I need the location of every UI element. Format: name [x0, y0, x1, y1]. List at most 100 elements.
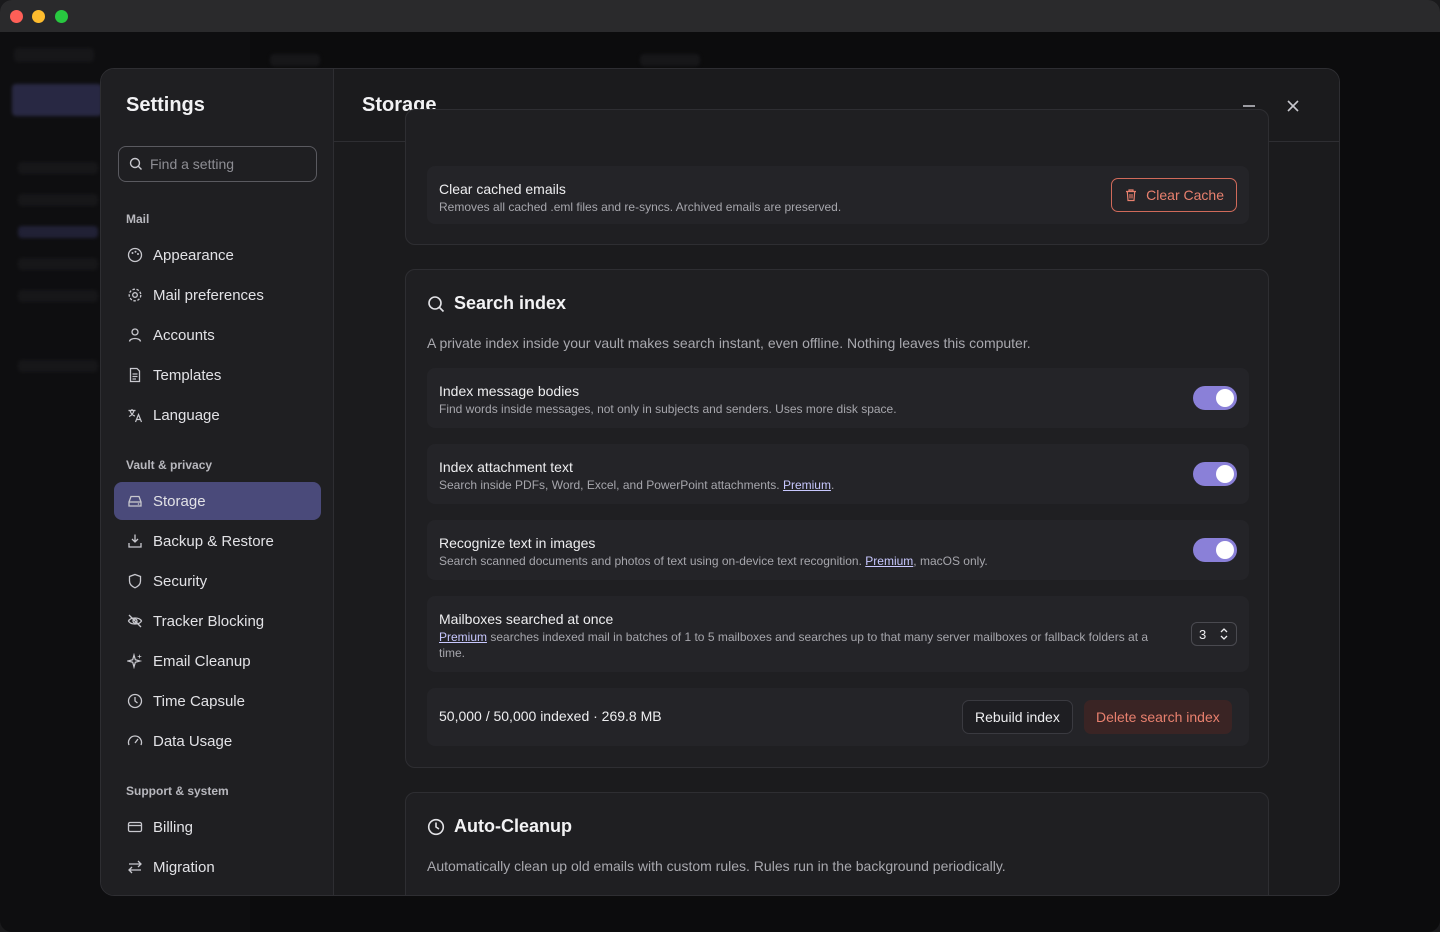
auto-cleanup-desc: Automatically clean up old emails with c…	[427, 858, 1006, 874]
ocr-title: Recognize text in images	[439, 535, 596, 551]
sidebar-item-mail-preferences[interactable]: Mail preferences	[114, 276, 321, 314]
sidebar-item-label: Templates	[153, 366, 222, 384]
index-attachments-row: Index attachment text Search inside PDFs…	[427, 444, 1249, 504]
sidebar-item-label: Language	[153, 406, 220, 424]
index-bodies-desc: Find words inside messages, not only in …	[439, 402, 897, 416]
cache-card: Clear cached emails Removes all cached .…	[405, 109, 1269, 245]
search-placeholder: Find a setting	[150, 156, 235, 172]
mailboxes-value: 3	[1199, 626, 1207, 642]
gauge-icon	[126, 732, 144, 750]
sidebar-item-label: Time Capsule	[153, 692, 245, 710]
premium-link[interactable]: Premium	[865, 554, 913, 568]
sidebar-item-label: Mail preferences	[153, 286, 264, 304]
ocr-row: Recognize text in images Search scanned …	[427, 520, 1249, 580]
sidebar-item-label: Appearance	[153, 246, 234, 264]
translate-icon	[126, 406, 144, 424]
settings-modal: Settings Find a setting Mail Appearance …	[100, 68, 1340, 896]
search-index-card: Search index A private index inside your…	[405, 269, 1269, 768]
auto-cleanup-heading: Auto-Cleanup	[427, 816, 572, 837]
sidebar-item-label: Storage	[153, 492, 206, 510]
sidebar-item-label: Migration	[153, 858, 215, 876]
mailboxes-desc: Premium searches indexed mail in batches…	[439, 629, 1169, 661]
sidebar-item-data-usage[interactable]: Data Usage	[114, 722, 321, 760]
sidebar-item-label: Accounts	[153, 326, 215, 344]
sidebar-item-label: Email Cleanup	[153, 652, 251, 670]
trash-icon	[1126, 189, 1137, 202]
close-button[interactable]	[1281, 94, 1305, 118]
index-bodies-row: Index message bodies Find words inside m…	[427, 368, 1249, 428]
sidebar-item-billing[interactable]: Billing	[114, 808, 321, 846]
clear-cache-desc: Removes all cached .eml files and re-syn…	[439, 200, 842, 214]
download-tray-icon	[126, 532, 144, 550]
credit-card-icon	[126, 818, 144, 836]
sidebar-item-migration[interactable]: Migration	[114, 848, 321, 886]
sidebar-item-templates[interactable]: Templates	[114, 356, 321, 394]
user-icon	[126, 326, 144, 344]
ocr-toggle[interactable]	[1193, 538, 1237, 562]
index-attachments-desc: Search inside PDFs, Word, Excel, and Pow…	[439, 478, 835, 492]
settings-content: Storage Clear cached emails Removes all …	[334, 69, 1339, 895]
sidebar-item-email-cleanup[interactable]: Email Cleanup	[114, 642, 321, 680]
app-window: Settings Find a setting Mail Appearance …	[0, 0, 1440, 932]
chevron-up-down-icon	[1220, 628, 1228, 640]
hard-drive-icon	[126, 492, 144, 510]
settings-search-input[interactable]: Find a setting	[118, 146, 317, 182]
search-index-title: Search index	[454, 293, 567, 313]
mailboxes-stepper[interactable]: 3	[1191, 622, 1237, 646]
sidebar-item-label: Billing	[153, 818, 194, 836]
sidebar-item-appearance[interactable]: Appearance	[114, 236, 321, 274]
gear-icon	[126, 286, 144, 304]
search-index-heading: Search index	[427, 293, 566, 314]
close-window-button[interactable]	[10, 10, 23, 23]
clear-cache-label: Clear Cache	[1146, 187, 1224, 203]
mailboxes-desc-text: searches indexed mail in batches of 1 to…	[439, 630, 1149, 660]
sidebar-item-label: Security	[153, 572, 208, 590]
sidebar-item-time-capsule[interactable]: Time Capsule	[114, 682, 321, 720]
shield-icon	[126, 572, 144, 590]
settings-title: Settings	[126, 94, 205, 116]
sidebar-item-language[interactable]: Language	[114, 396, 321, 434]
delete-search-index-button[interactable]: Delete search index	[1084, 700, 1232, 734]
toggle-knob	[1216, 465, 1234, 483]
sidebar-item-security[interactable]: Security	[114, 562, 321, 600]
premium-link[interactable]: Premium	[783, 478, 831, 492]
document-icon	[126, 366, 144, 384]
sidebar-item-tracker-blocking[interactable]: Tracker Blocking	[114, 602, 321, 640]
clock-icon	[126, 692, 144, 710]
group-label-support: Support & system	[126, 784, 229, 798]
index-bodies-title: Index message bodies	[439, 383, 580, 399]
search-icon	[427, 295, 445, 313]
title-bar	[0, 0, 1440, 32]
ocr-desc: Search scanned documents and photos of t…	[439, 553, 988, 569]
mailboxes-row: Mailboxes searched at once Premium searc…	[427, 596, 1249, 672]
ocr-desc-text: Search scanned documents and photos of t…	[439, 554, 862, 568]
auto-cleanup-card: Auto-Cleanup Automatically clean up old …	[405, 792, 1269, 895]
eye-off-icon	[126, 612, 144, 630]
clock-icon	[427, 818, 445, 836]
index-attachments-desc-text: Search inside PDFs, Word, Excel, and Pow…	[439, 478, 780, 492]
index-status: 50,000 / 50,000 indexed · 269.8 MB	[439, 708, 662, 724]
sidebar-item-storage[interactable]: Storage	[114, 482, 321, 520]
settings-sidebar: Settings Find a setting Mail Appearance …	[101, 69, 334, 895]
clear-cache-button[interactable]: Clear Cache	[1111, 178, 1237, 212]
palette-icon	[126, 246, 144, 264]
index-bodies-toggle[interactable]	[1193, 386, 1237, 410]
sparkles-icon	[126, 652, 144, 670]
zoom-window-button[interactable]	[55, 10, 68, 23]
minimize-window-button[interactable]	[32, 10, 45, 23]
search-icon	[129, 157, 142, 170]
premium-link[interactable]: Premium	[439, 630, 487, 644]
clear-cache-row: Clear cached emails Removes all cached .…	[427, 166, 1249, 224]
clear-cache-title: Clear cached emails	[439, 181, 566, 197]
search-index-desc: A private index inside your vault makes …	[427, 335, 1031, 351]
sidebar-item-accounts[interactable]: Accounts	[114, 316, 321, 354]
swap-arrows-icon	[126, 858, 144, 876]
sidebar-item-label: Backup & Restore	[153, 532, 274, 550]
mailboxes-title: Mailboxes searched at once	[439, 611, 614, 627]
rebuild-index-button[interactable]: Rebuild index	[962, 700, 1073, 734]
close-icon	[1287, 100, 1299, 112]
auto-cleanup-title: Auto-Cleanup	[454, 816, 572, 836]
index-status-row: 50,000 / 50,000 indexed · 269.8 MB Rebui…	[427, 688, 1249, 746]
index-attachments-toggle[interactable]	[1193, 462, 1237, 486]
sidebar-item-backup-restore[interactable]: Backup & Restore	[114, 522, 321, 560]
